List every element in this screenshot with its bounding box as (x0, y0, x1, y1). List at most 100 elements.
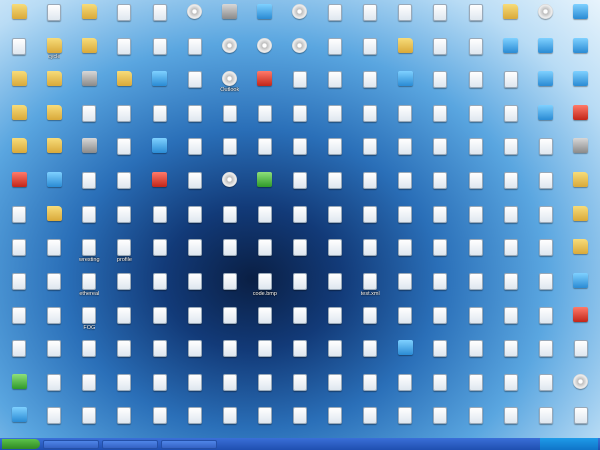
desktop-icon[interactable] (178, 372, 212, 405)
desktop-icon[interactable] (353, 405, 387, 438)
desktop-icon[interactable] (142, 69, 176, 102)
desktop-icon[interactable] (107, 103, 141, 136)
desktop-icon[interactable] (564, 405, 598, 438)
desktop-icon[interactable] (37, 338, 71, 371)
desktop-icon[interactable] (459, 170, 493, 203)
desktop-icon[interactable] (213, 338, 247, 371)
desktop-icon[interactable] (318, 2, 352, 35)
desktop-icon[interactable] (142, 405, 176, 438)
desktop-icon[interactable] (37, 2, 71, 35)
desktop-icon[interactable] (178, 405, 212, 438)
desktop-icon[interactable] (72, 372, 106, 405)
desktop-icon[interactable] (459, 69, 493, 102)
desktop-icon[interactable] (72, 103, 106, 136)
desktop-icon[interactable] (2, 372, 36, 405)
desktop-icon[interactable] (353, 204, 387, 237)
desktop-icon[interactable] (213, 271, 247, 304)
desktop-icon[interactable] (248, 36, 282, 69)
desktop-icon[interactable] (283, 305, 317, 338)
desktop-icon[interactable] (248, 204, 282, 237)
desktop-icon[interactable] (353, 36, 387, 69)
desktop-icon[interactable] (248, 136, 282, 169)
desktop-icon[interactable] (178, 338, 212, 371)
desktop-icon[interactable] (283, 36, 317, 69)
desktop-icon[interactable] (353, 136, 387, 169)
desktop-icon[interactable] (494, 36, 528, 69)
desktop-icon[interactable] (564, 305, 598, 338)
desktop-icon[interactable] (564, 271, 598, 304)
desktop-icon[interactable]: code.bmp (248, 271, 282, 304)
desktop-icon[interactable] (564, 2, 598, 35)
desktop-icon[interactable] (283, 271, 317, 304)
desktop-icon[interactable] (178, 204, 212, 237)
desktop-icon[interactable] (37, 305, 71, 338)
desktop-icon[interactable] (388, 69, 422, 102)
desktop-icon[interactable] (283, 237, 317, 270)
desktop-icon[interactable] (318, 69, 352, 102)
desktop-icon[interactable] (353, 372, 387, 405)
desktop-icon[interactable] (529, 136, 563, 169)
desktop-icon[interactable] (494, 237, 528, 270)
desktop-icon[interactable] (318, 170, 352, 203)
desktop-icon[interactable] (529, 36, 563, 69)
desktop-icon[interactable] (107, 204, 141, 237)
desktop-icon[interactable] (2, 2, 36, 35)
desktop-icon[interactable] (72, 69, 106, 102)
desktop-icon[interactable] (72, 136, 106, 169)
desktop-icon[interactable] (423, 204, 457, 237)
desktop-icon[interactable] (107, 136, 141, 169)
desktop-icon[interactable] (248, 103, 282, 136)
desktop-icon[interactable] (459, 338, 493, 371)
desktop-icon[interactable] (459, 372, 493, 405)
desktop-icon[interactable] (529, 103, 563, 136)
desktop-icon[interactable] (353, 338, 387, 371)
desktop-icon[interactable] (283, 338, 317, 371)
desktop-icon[interactable] (423, 305, 457, 338)
taskbar-button[interactable] (102, 439, 158, 449)
start-button[interactable] (2, 439, 40, 449)
desktop-icon[interactable] (318, 204, 352, 237)
taskbar-button[interactable] (43, 439, 99, 449)
desktop-icon[interactable] (494, 338, 528, 371)
desktop-icon[interactable] (388, 103, 422, 136)
desktop-icon[interactable] (494, 372, 528, 405)
desktop-icon[interactable] (494, 2, 528, 35)
desktop-icon[interactable] (248, 170, 282, 203)
desktop-icon[interactable] (353, 69, 387, 102)
desktop-icon[interactable] (318, 271, 352, 304)
desktop-icon[interactable] (37, 170, 71, 203)
desktop-icon[interactable] (178, 305, 212, 338)
desktop-icon[interactable] (2, 170, 36, 203)
desktop-icon[interactable] (318, 338, 352, 371)
desktop-icon[interactable] (423, 338, 457, 371)
desktop-icon[interactable] (529, 405, 563, 438)
desktop-icon[interactable] (178, 69, 212, 102)
desktop-icon[interactable] (283, 170, 317, 203)
desktop-icon[interactable] (318, 405, 352, 438)
desktop-icon[interactable] (494, 69, 528, 102)
desktop-icon[interactable] (423, 136, 457, 169)
desktop-icon[interactable] (107, 69, 141, 102)
desktop-icon[interactable] (107, 405, 141, 438)
desktop-icon[interactable] (142, 372, 176, 405)
desktop-icon[interactable] (72, 36, 106, 69)
desktop-icon[interactable] (353, 103, 387, 136)
desktop-icon[interactable] (37, 204, 71, 237)
desktop-icon[interactable] (213, 170, 247, 203)
desktop-icon[interactable] (72, 338, 106, 371)
desktop-icon[interactable] (72, 170, 106, 203)
desktop-icon[interactable] (248, 372, 282, 405)
desktop-icon[interactable] (388, 405, 422, 438)
desktop-icon[interactable] (213, 204, 247, 237)
desktop-icon[interactable] (353, 2, 387, 35)
desktop-icon[interactable] (213, 305, 247, 338)
desktop-icon[interactable] (564, 36, 598, 69)
desktop-icon[interactable] (2, 136, 36, 169)
desktop-icon[interactable] (494, 170, 528, 203)
desktop-icon[interactable] (142, 271, 176, 304)
desktop-icon[interactable] (388, 204, 422, 237)
desktop-icon[interactable] (564, 170, 598, 203)
desktop-icon[interactable] (178, 103, 212, 136)
desktop-icon[interactable] (283, 405, 317, 438)
desktop-icon[interactable] (72, 405, 106, 438)
